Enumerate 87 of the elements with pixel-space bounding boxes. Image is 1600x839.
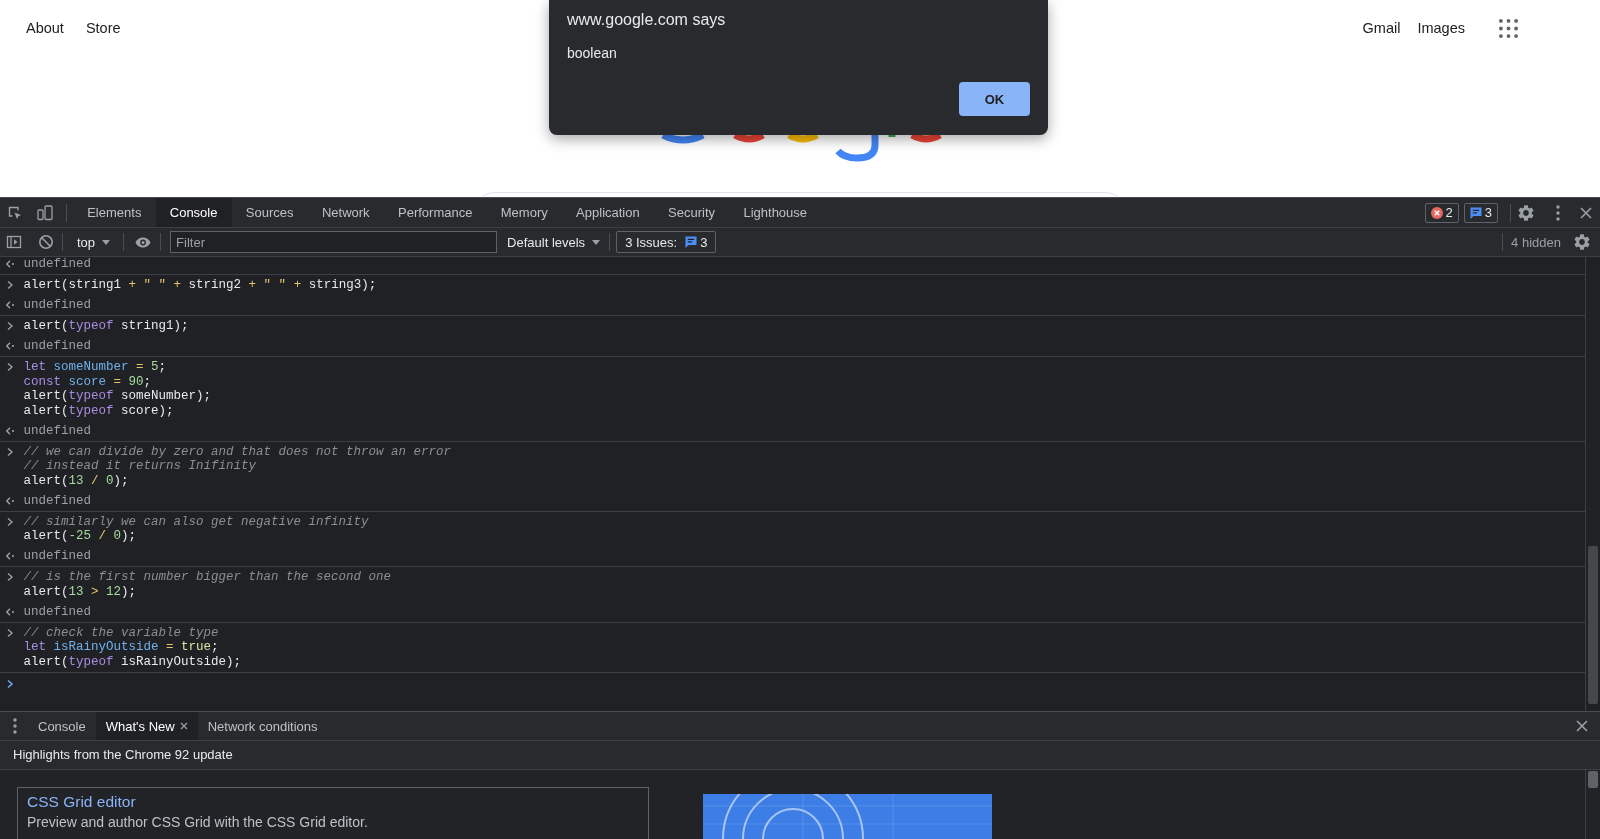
result-text: undefined: [23, 298, 91, 313]
code-line: // is the first number bigger than the second one: [23, 570, 392, 585]
counter-button[interactable]: 3: [1463, 202, 1498, 223]
panel-tab[interactable]: Console: [155, 198, 232, 227]
return-arrow-icon: [5, 425, 15, 436]
result-text: undefined: [23, 423, 91, 438]
panel-tab[interactable]: Sources: [231, 198, 308, 227]
chevron-icon: [5, 280, 15, 291]
message-icon: [1469, 206, 1482, 219]
close-icon[interactable]: [1576, 720, 1588, 732]
panel-tab[interactable]: Security: [653, 198, 730, 227]
return-arrow-icon: [5, 551, 15, 562]
nav-link[interactable]: Images: [1417, 20, 1465, 36]
filter-field[interactable]: Filter: [170, 231, 498, 253]
levels-dropdown[interactable]: Default levels: [501, 231, 606, 253]
code-line: // we can divide by zero and that does not throw an error: [23, 444, 452, 459]
panel-tab[interactable]: Elements: [73, 198, 156, 227]
code-line: alert(string1 + " " + string2 + " " + string3);: [23, 278, 377, 293]
close-icon[interactable]: [179, 722, 188, 730]
settings-icon[interactable]: [1518, 204, 1534, 221]
result-text: undefined: [23, 493, 91, 508]
panel-tab[interactable]: Performance: [383, 198, 487, 227]
code-line: alert(13 / 0);: [23, 473, 130, 488]
return-arrow-icon: [5, 341, 15, 352]
code-line: alert(typeof string1);: [23, 319, 189, 334]
apps-grid-icon[interactable]: [1499, 18, 1518, 38]
scrollbar-thumb[interactable]: [1588, 546, 1598, 704]
chevron-icon: [5, 321, 15, 332]
highlights-heading: Highlights from the Chrome 92 update: [0, 741, 1600, 770]
code-line: alert(typeof score);: [23, 403, 175, 418]
panel-tab[interactable]: Memory: [486, 198, 562, 227]
block-icon[interactable]: [38, 234, 54, 250]
context-dropdown[interactable]: top: [71, 231, 117, 253]
dialog-message: boolean: [567, 44, 617, 63]
issues-button[interactable]: 3 Issues: 3: [616, 231, 717, 253]
result-text: undefined: [23, 257, 91, 272]
message-icon: [685, 236, 698, 248]
error-icon: [1430, 206, 1443, 219]
code-line: // similarly we can also get negative infinity: [23, 514, 369, 529]
chevron-icon: [5, 627, 15, 638]
more-icon[interactable]: [13, 718, 17, 734]
caret-icon: [102, 239, 111, 245]
result-text: undefined: [23, 339, 91, 354]
close-icon[interactable]: [1580, 206, 1592, 219]
nav-link[interactable]: About: [26, 20, 64, 36]
code-line: // check the variable type: [23, 625, 220, 640]
chevron-icon: [5, 446, 15, 457]
caret-icon: [592, 239, 601, 245]
feature-description: Preview and author CSS Grid with the CSS Grid editor.: [27, 813, 368, 831]
panel-tab[interactable]: Application: [561, 198, 654, 227]
more-icon[interactable]: [1556, 204, 1560, 221]
nav-link[interactable]: Store: [85, 20, 121, 36]
return-arrow-icon: [5, 606, 15, 617]
chevron-icon: [5, 362, 15, 373]
result-text: undefined: [23, 549, 91, 564]
drawer-tab[interactable]: What's New: [95, 712, 198, 740]
ok-button[interactable]: OK: [959, 82, 1030, 116]
chevron-icon: [5, 516, 15, 527]
code-line: // instead it returns Inifinity: [23, 459, 258, 474]
nav-link[interactable]: Gmail: [1362, 20, 1401, 36]
code-line: let isRainyOutside = true;: [23, 640, 220, 655]
panel-tab[interactable]: Network: [307, 198, 384, 227]
code-line: let someNumber = 5;: [23, 360, 168, 375]
scrollbar-thumb[interactable]: [1588, 771, 1598, 788]
device-icon[interactable]: [37, 204, 53, 221]
return-arrow-icon: [5, 259, 15, 270]
code-line: const score = 90;: [23, 374, 153, 389]
chevron-icon: [5, 572, 15, 583]
cursor-box-icon[interactable]: [7, 204, 23, 221]
feature-link[interactable]: CSS Grid editor: [27, 793, 136, 811]
return-arrow-icon: [5, 495, 15, 506]
code-line: alert(typeof someNumber);: [23, 389, 212, 404]
return-arrow-icon: [5, 300, 15, 311]
dialog-title: www.google.com says: [567, 10, 726, 30]
drawer-tab[interactable]: Console: [28, 712, 96, 740]
result-text: undefined: [23, 604, 91, 619]
code-line: alert(-25 / 0);: [23, 529, 138, 544]
sidebar-icon[interactable]: [6, 234, 22, 250]
hidden-count-text: 4 hidden: [1511, 234, 1561, 250]
settings-icon[interactable]: [1574, 234, 1590, 250]
drawer-tab[interactable]: Network conditions: [197, 712, 328, 740]
counter-button[interactable]: 2: [1424, 202, 1459, 223]
code-line: alert(13 > 12);: [23, 584, 138, 599]
panel-tab[interactable]: Lighthouse: [729, 198, 822, 227]
code-line: alert(typeof isRainyOutside);: [23, 654, 242, 669]
eye-icon[interactable]: [135, 236, 152, 248]
prompt-chevron-icon: [5, 679, 15, 690]
